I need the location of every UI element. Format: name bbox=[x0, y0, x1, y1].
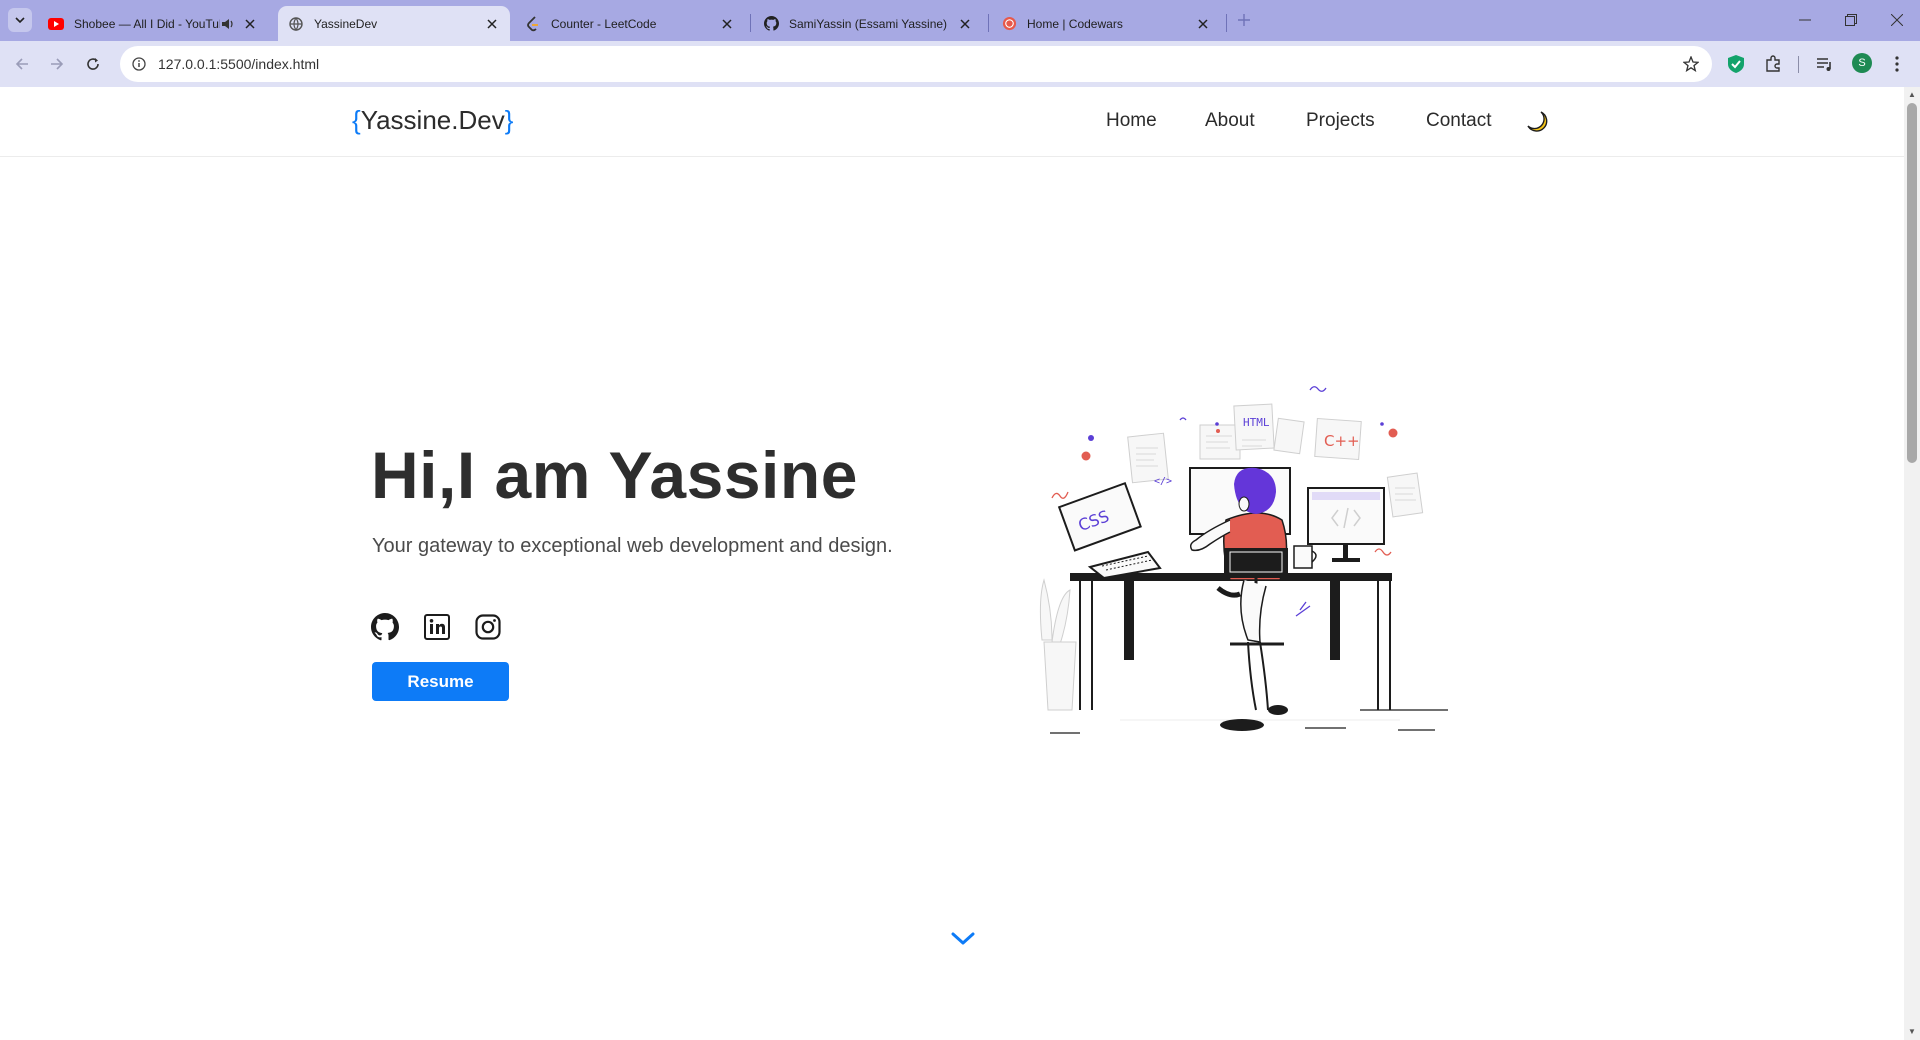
leetcode-icon bbox=[525, 15, 541, 32]
extension-shield-icon[interactable] bbox=[1725, 53, 1747, 75]
close-window-button[interactable] bbox=[1874, 8, 1920, 32]
illus-cpp-label: C++ bbox=[1324, 432, 1360, 450]
tab-separator bbox=[988, 14, 989, 32]
tab-title: SamiYassin (Essami Yassine) bbox=[789, 16, 948, 31]
github-icon bbox=[763, 16, 779, 32]
site-info-icon[interactable] bbox=[130, 55, 148, 73]
theme-toggle-button[interactable] bbox=[1524, 109, 1550, 135]
tab-youtube[interactable]: Shobee — All I Did - YouTube bbox=[38, 6, 268, 41]
close-icon bbox=[1891, 14, 1903, 26]
minimize-button[interactable] bbox=[1782, 8, 1828, 32]
hero-title: Hi,I am Yassine bbox=[371, 438, 858, 512]
close-tab-icon[interactable] bbox=[1195, 16, 1211, 32]
tab-codewars[interactable]: Home | Codewars bbox=[991, 6, 1221, 41]
tab-yassinedev[interactable]: YassineDev bbox=[278, 6, 510, 41]
plus-icon bbox=[1238, 14, 1250, 26]
tab-strip: Shobee — All I Did - YouTube YassineDev … bbox=[0, 0, 1920, 41]
illus-code-label: </> bbox=[1154, 476, 1172, 487]
tab-title: YassineDev bbox=[314, 16, 378, 31]
page-viewport: {Yassine.Dev} Home About Projects Contac… bbox=[0, 87, 1904, 1040]
github-icon bbox=[371, 613, 399, 641]
linkedin-link[interactable] bbox=[422, 612, 452, 642]
speaker-icon[interactable] bbox=[220, 16, 236, 32]
nav-link-home[interactable]: Home bbox=[1106, 110, 1157, 132]
chevron-down-icon bbox=[951, 932, 975, 945]
close-tab-icon[interactable] bbox=[484, 16, 500, 32]
tab-title: Home | Codewars bbox=[1027, 16, 1123, 31]
close-tab-icon[interactable] bbox=[719, 16, 735, 32]
tab-title: Shobee — All I Did - YouTube bbox=[74, 16, 220, 31]
tab-search-button[interactable] bbox=[8, 8, 32, 32]
close-tab-icon[interactable] bbox=[957, 16, 973, 32]
brand-brace-open: { bbox=[352, 105, 361, 135]
browser-toolbar: 127.0.0.1:5500/index.html bbox=[0, 41, 1920, 87]
forward-button[interactable] bbox=[44, 51, 70, 77]
codewars-icon bbox=[1001, 16, 1017, 32]
back-button[interactable] bbox=[9, 51, 35, 77]
globe-icon bbox=[288, 16, 304, 32]
linkedin-icon bbox=[424, 614, 450, 640]
instagram-icon bbox=[475, 614, 501, 640]
profile-avatar[interactable]: S bbox=[1852, 53, 1872, 73]
toolbar-separator bbox=[1798, 56, 1799, 73]
tab-leetcode[interactable]: Counter - LeetCode bbox=[515, 6, 745, 41]
arrow-left-icon bbox=[15, 58, 28, 70]
brand-name: Yassine.Dev bbox=[360, 105, 505, 135]
browser-menu-icon[interactable] bbox=[1886, 53, 1908, 75]
bookmark-star-icon[interactable] bbox=[1682, 55, 1700, 73]
tab-github[interactable]: SamiYassin (Essami Yassine) bbox=[753, 6, 983, 41]
hero-subtitle: Your gateway to exceptional web developm… bbox=[372, 535, 893, 557]
youtube-icon bbox=[48, 16, 64, 32]
tab-separator bbox=[1226, 14, 1227, 32]
close-tab-icon[interactable] bbox=[242, 16, 258, 32]
brand-brace-close: } bbox=[504, 105, 514, 135]
site-header: {Yassine.Dev} Home About Projects Contac… bbox=[0, 87, 1904, 157]
scroll-up-arrow-icon[interactable]: ▲ bbox=[1908, 91, 1916, 99]
page-scrollbar[interactable]: ▲ ▼ bbox=[1904, 87, 1920, 1040]
address-bar[interactable]: 127.0.0.1:5500/index.html bbox=[120, 46, 1712, 82]
site-logo[interactable]: {Yassine.Dev} bbox=[352, 105, 513, 136]
tab-separator bbox=[750, 14, 751, 32]
developer-illustration: HTML C++ </> CSS bbox=[1039, 386, 1448, 734]
scroll-down-arrow-icon[interactable]: ▼ bbox=[1908, 1028, 1916, 1036]
media-control-icon[interactable] bbox=[1814, 53, 1836, 75]
scrollbar-thumb[interactable] bbox=[1907, 103, 1917, 463]
illus-html-label: HTML bbox=[1243, 416, 1270, 429]
nav-link-contact[interactable]: Contact bbox=[1426, 110, 1491, 132]
github-link[interactable] bbox=[370, 612, 400, 642]
new-tab-button[interactable] bbox=[1234, 10, 1254, 30]
reload-button[interactable] bbox=[80, 51, 106, 77]
chevron-down-icon bbox=[15, 17, 25, 24]
minimize-icon bbox=[1799, 19, 1811, 21]
tab-title: Counter - LeetCode bbox=[551, 16, 657, 31]
resume-button[interactable]: Resume bbox=[372, 662, 509, 701]
extensions-puzzle-icon[interactable] bbox=[1762, 53, 1784, 75]
url-text[interactable]: 127.0.0.1:5500/index.html bbox=[158, 56, 319, 72]
moon-icon bbox=[1527, 111, 1548, 132]
arrow-right-icon bbox=[51, 58, 64, 70]
scroll-down-button[interactable] bbox=[948, 929, 978, 949]
restore-button[interactable] bbox=[1828, 8, 1874, 32]
restore-icon bbox=[1845, 14, 1857, 26]
instagram-link[interactable] bbox=[473, 612, 503, 642]
reload-icon bbox=[87, 58, 99, 70]
nav-link-about[interactable]: About bbox=[1205, 110, 1255, 132]
nav-link-projects[interactable]: Projects bbox=[1306, 110, 1375, 132]
